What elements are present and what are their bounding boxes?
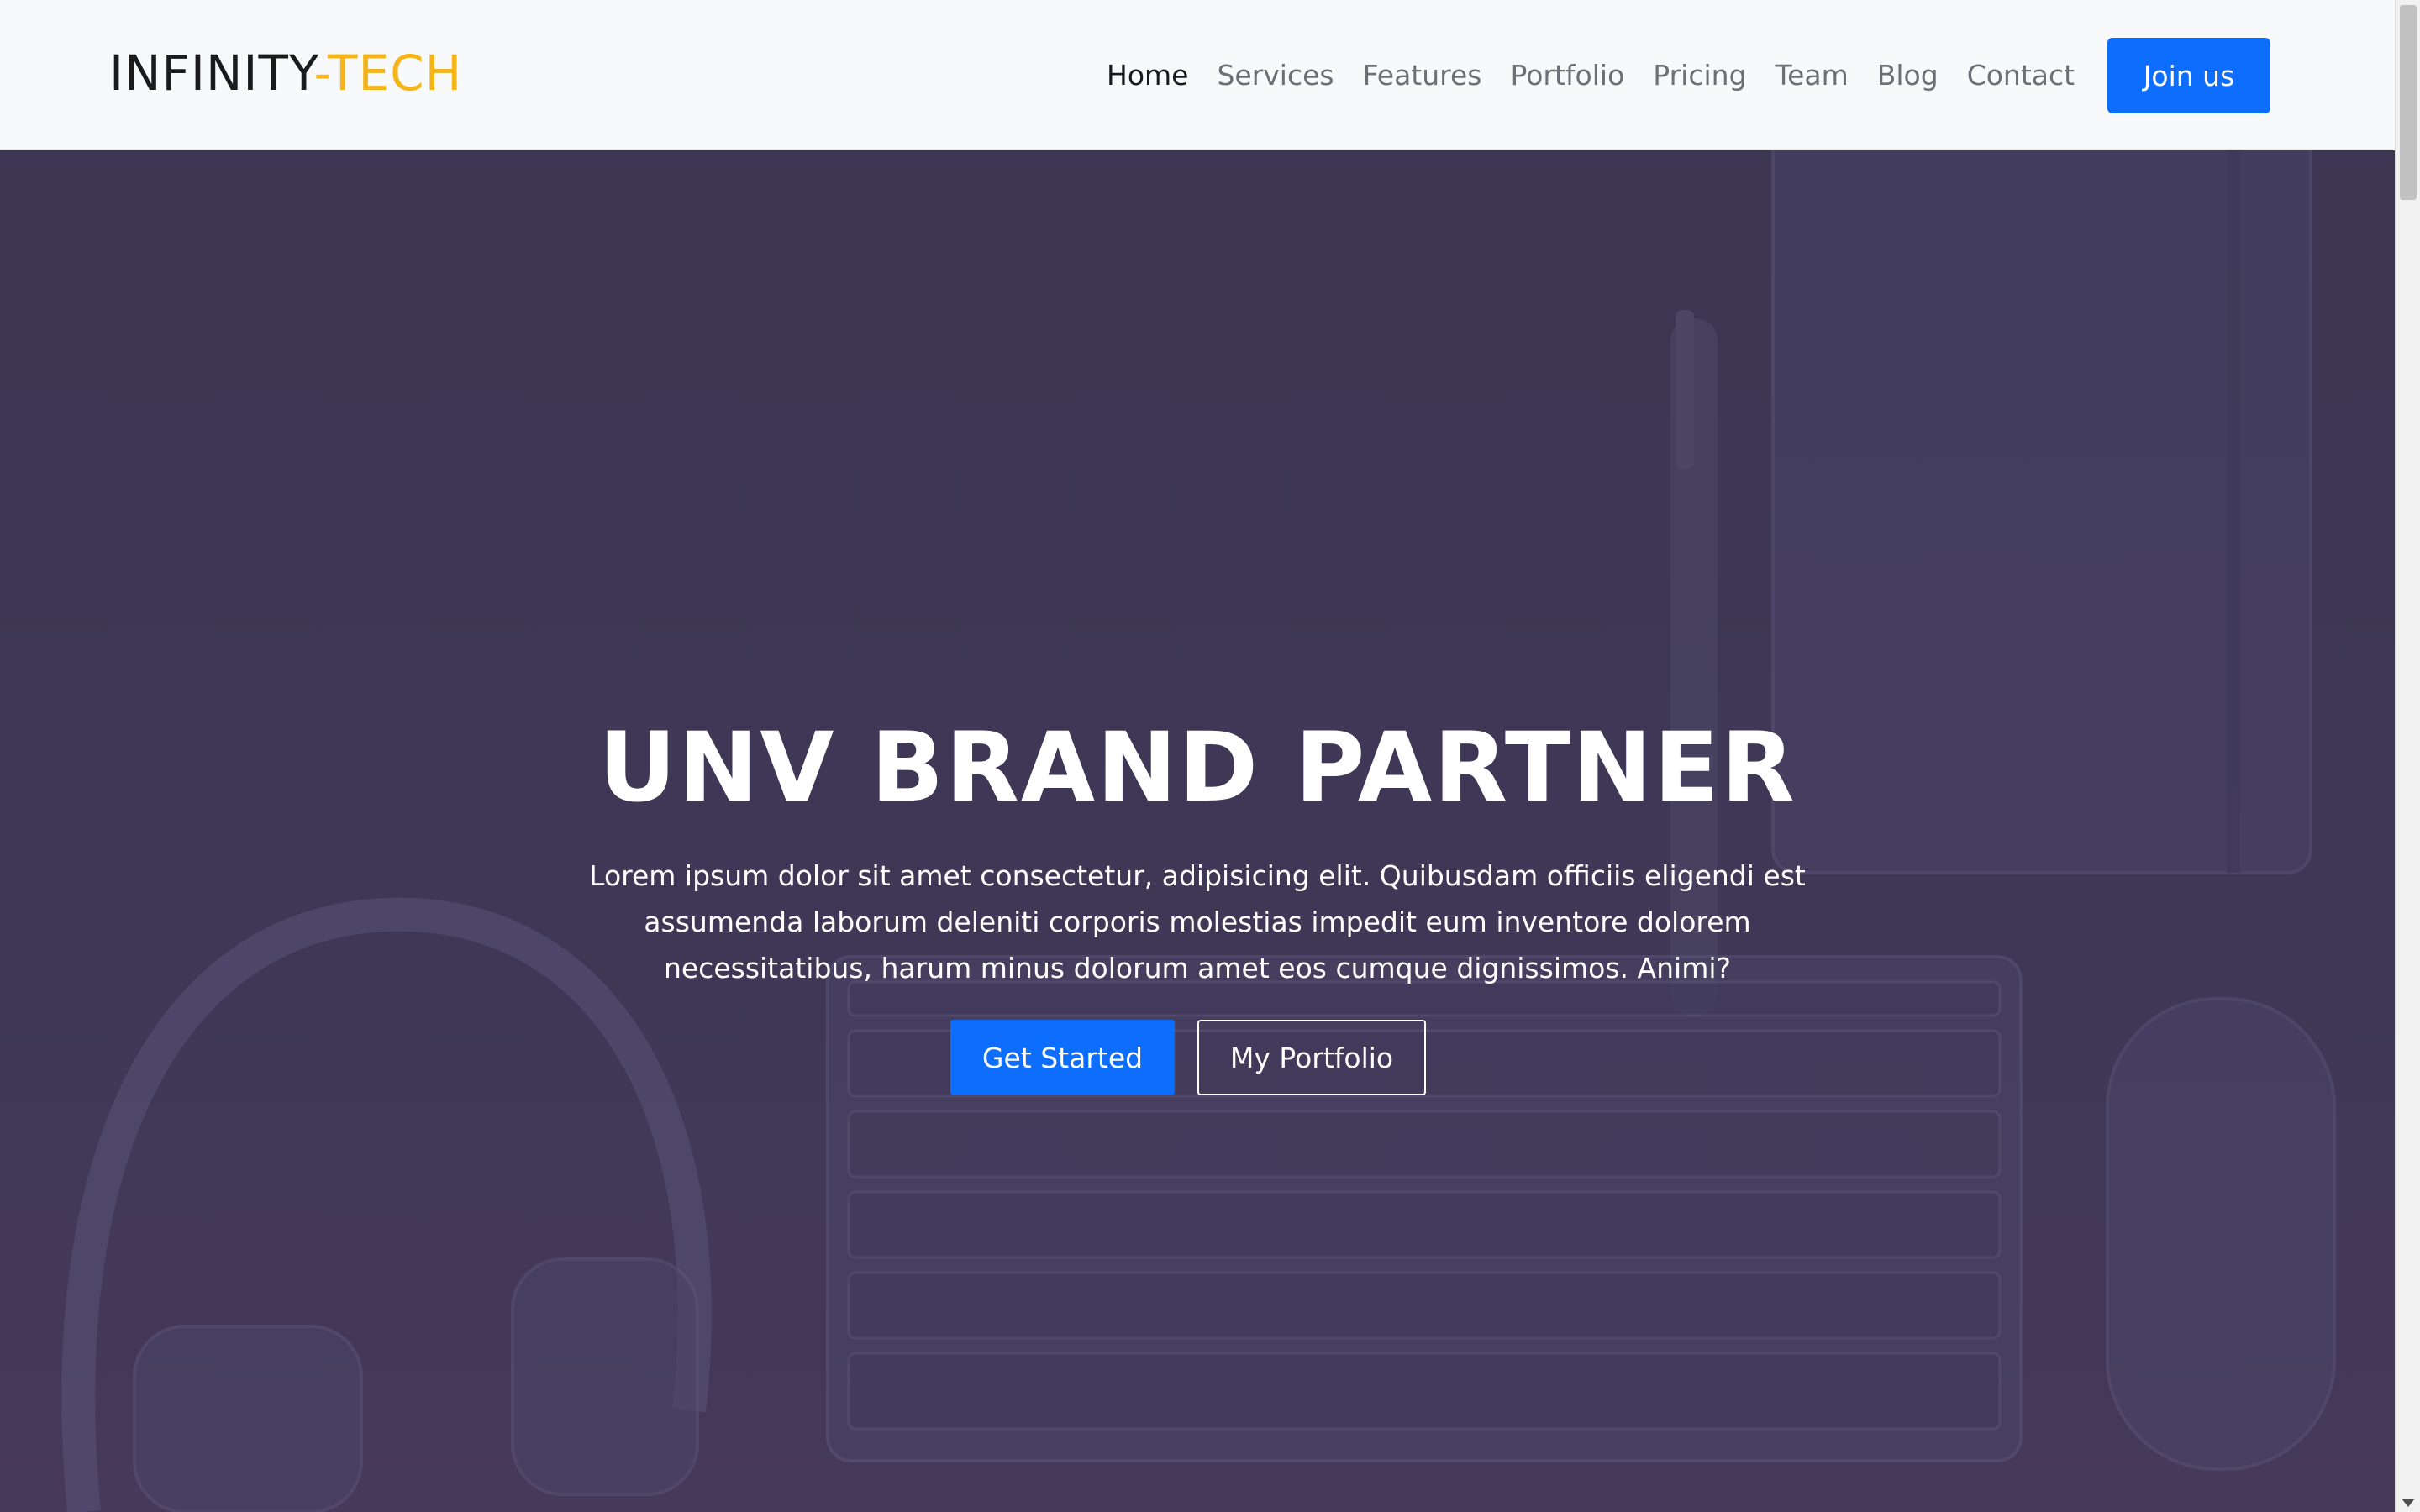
hero-title: UNV BRAND PARTNER bbox=[598, 711, 1797, 823]
nav-links: Home Services Features Portfolio Pricing… bbox=[1092, 50, 2089, 101]
nav-link-blog[interactable]: Blog bbox=[1863, 50, 1953, 101]
hero-description: Lorem ipsum dolor sit amet consectetur, … bbox=[589, 859, 1806, 984]
nav-link-services[interactable]: Services bbox=[1202, 50, 1348, 101]
navbar: INFINITY-TECH Home Services Features Por… bbox=[0, 0, 2395, 150]
my-portfolio-button[interactable]: My Portfolio bbox=[1197, 1020, 1426, 1095]
get-started-button[interactable]: Get Started bbox=[950, 1020, 1175, 1095]
nav-link-team[interactable]: Team bbox=[1761, 50, 1863, 101]
scroll-down-arrow-icon[interactable] bbox=[2402, 1499, 2415, 1507]
hero-content: UNV BRAND PARTNER Lorem ipsum dolor sit … bbox=[0, 150, 2395, 1512]
nav-link-home[interactable]: Home bbox=[1092, 50, 1202, 101]
scrollbar-thumb[interactable] bbox=[2400, 5, 2417, 200]
hero-section: UNV BRAND PARTNER Lorem ipsum dolor sit … bbox=[0, 150, 2395, 1512]
nav-link-features[interactable]: Features bbox=[1349, 50, 1497, 101]
nav-link-portfolio[interactable]: Portfolio bbox=[1497, 50, 1639, 101]
brand-logo[interactable]: INFINITY-TECH bbox=[109, 44, 462, 102]
join-us-button[interactable]: Join us bbox=[2107, 38, 2270, 113]
vertical-scrollbar[interactable] bbox=[2395, 0, 2420, 1512]
brand-accent: -TECH bbox=[313, 45, 463, 102]
nav-link-pricing[interactable]: Pricing bbox=[1639, 50, 1760, 101]
brand-name: INFINITY bbox=[109, 45, 314, 102]
nav-link-contact[interactable]: Contact bbox=[1953, 50, 2089, 101]
